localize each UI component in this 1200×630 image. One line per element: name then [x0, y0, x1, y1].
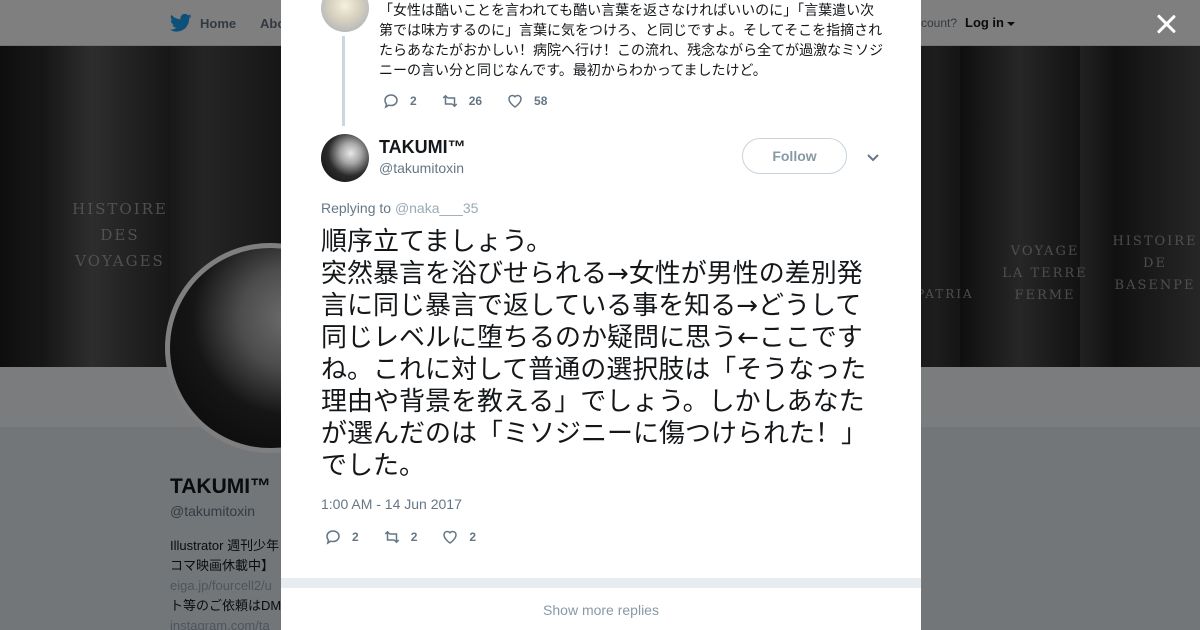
heart-icon	[443, 530, 458, 544]
tweet-actions: 2 2 2	[324, 528, 500, 546]
reply-icon	[326, 530, 340, 545]
retweet-count: 26	[468, 94, 483, 108]
replies-divider	[281, 578, 921, 588]
tweet-author-name[interactable]: TAKUMI™	[379, 137, 466, 158]
parent-tweet-actions: 2 26 58	[382, 92, 571, 110]
parent-tweet-avatar[interactable]	[321, 0, 369, 32]
tweet-modal: 「女性は酷いことを言われても酷い言葉を返さなければいいのに」「言葉遣い次第では味…	[281, 0, 921, 630]
heart-icon	[508, 94, 522, 108]
tweet-text: 順序立てましょう。 突然暴言を浴びせられる→女性が男性の差別発言に同じ暴言で返し…	[321, 226, 881, 482]
reply-button[interactable]: 2	[324, 528, 359, 546]
reply-count: 2	[352, 530, 359, 544]
reply-icon	[384, 94, 398, 109]
tweet-text-body: 順序立てましょう。 突然暴言を浴びせられる→女性が男性の差別発言に同じ暴言で返し…	[321, 227, 868, 481]
close-icon[interactable]	[1153, 11, 1179, 37]
follow-button[interactable]: Follow	[742, 138, 847, 174]
like-count: 58	[534, 94, 548, 108]
like-button[interactable]: 58	[506, 92, 547, 110]
retweet-icon	[442, 94, 457, 108]
retweet-count: 2	[410, 530, 418, 544]
thread-connector-line	[342, 36, 345, 126]
retweet-button[interactable]: 26	[441, 92, 482, 110]
tweet-timestamp[interactable]: 1:00 AM - 14 Jun 2017	[321, 496, 462, 512]
replying-to-link[interactable]: @naka___35	[395, 200, 479, 216]
reply-button[interactable]: 2	[382, 92, 417, 110]
retweet-button[interactable]: 2	[383, 528, 418, 546]
reply-count: 2	[410, 94, 417, 108]
like-button[interactable]: 2	[441, 528, 476, 546]
show-more-replies-link[interactable]: Show more replies	[281, 602, 921, 618]
like-count: 2	[469, 530, 477, 544]
parent-tweet-text: 「女性は酷いことを言われても酷い言葉を返さなければいいのに」「言葉遣い次第では味…	[379, 3, 884, 79]
replying-to-line: Replying to @naka___35	[321, 200, 478, 216]
replying-to-prefix: Replying to	[321, 200, 392, 216]
chevron-down-icon[interactable]	[865, 149, 881, 165]
tweet-author-handle[interactable]: @takumitoxin	[379, 160, 464, 176]
retweet-icon	[384, 530, 399, 544]
tweet-author-avatar[interactable]	[321, 134, 369, 182]
